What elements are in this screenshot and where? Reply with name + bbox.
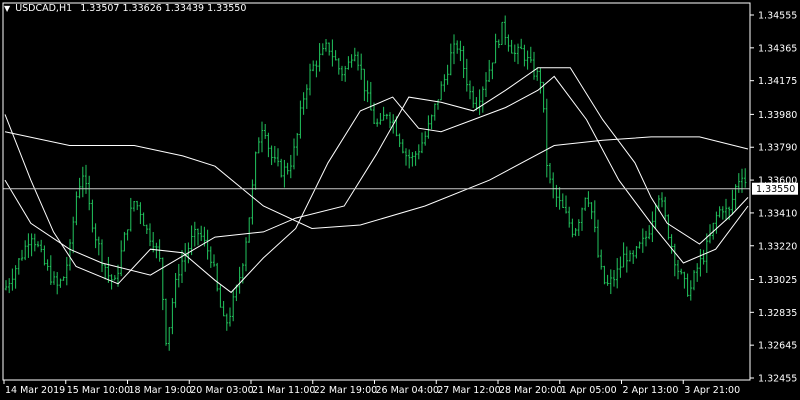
triangle-down-icon[interactable]: ▼ [4, 4, 10, 13]
time-tick-label: 22 Mar 19:00 [314, 385, 377, 396]
time-tick-label: 18 Mar 19:00 [129, 385, 192, 396]
price-tick-label: 1.34365 [758, 43, 797, 54]
chart-header: ▼ USDCAD,H1 1.33507 1.33626 1.33439 1.33… [4, 3, 246, 14]
time-tick-label: 20 Mar 03:00 [190, 385, 253, 396]
ohlc-values: 1.33507 1.33626 1.33439 1.33550 [80, 3, 247, 14]
current-price-marker: 1.33550 [752, 182, 798, 195]
time-tick-label: 21 Mar 11:00 [252, 385, 315, 396]
price-tick-label: 1.32455 [758, 374, 797, 385]
time-tick-label: 1 Apr 05:00 [561, 385, 617, 396]
price-tick-label: 1.33980 [758, 110, 797, 121]
price-chart[interactable]: 1.345551.343651.341751.339801.337901.336… [0, 0, 800, 400]
time-tick-label: 2 Apr 13:00 [623, 385, 679, 396]
symbol-timeframe: USDCAD,H1 [15, 3, 73, 14]
time-tick-label: 15 Mar 10:00 [67, 385, 130, 396]
price-tick-label: 1.32645 [758, 341, 797, 352]
price-tick-label: 1.33790 [758, 143, 797, 154]
price-tick-label: 1.34175 [758, 76, 797, 87]
time-tick-label: 3 Apr 21:00 [684, 385, 740, 396]
price-tick-label: 1.33220 [758, 241, 797, 252]
price-tick-label: 1.34555 [758, 11, 797, 22]
time-tick-label: 28 Mar 20:00 [499, 385, 562, 396]
time-tick-label: 14 Mar 2019 [5, 385, 65, 396]
time-tick-label: 27 Mar 12:00 [437, 385, 500, 396]
chart-background [0, 0, 800, 400]
price-tick-label: 1.32835 [758, 308, 797, 319]
current-price-label: 1.33550 [756, 184, 795, 195]
price-tick-label: 1.33410 [758, 208, 797, 219]
time-tick-label: 26 Mar 04:00 [376, 385, 439, 396]
price-tick-label: 1.33025 [758, 275, 797, 286]
